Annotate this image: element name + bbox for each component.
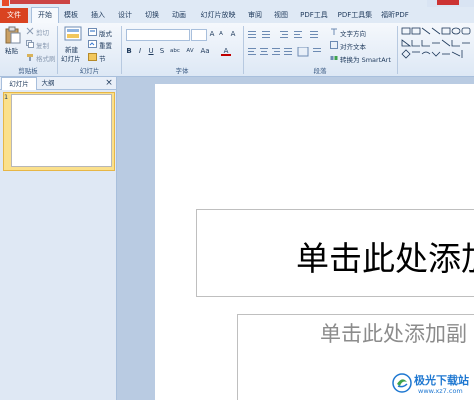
layout-label[interactable]: 版式 (99, 28, 112, 38)
underline-button[interactable]: U (146, 46, 156, 56)
cut-icon[interactable] (26, 27, 34, 35)
tab-transitions[interactable]: 切换 (141, 8, 163, 23)
font-group-label: 字体 (175, 67, 189, 75)
text-direction-label[interactable]: 文字方向 (340, 28, 366, 38)
tab-review[interactable]: 审阅 (244, 8, 266, 23)
font-name-combo[interactable] (126, 29, 190, 41)
tab-file[interactable]: 文件 (0, 8, 28, 23)
change-case-button[interactable]: Aa (199, 46, 211, 56)
copy-icon[interactable] (26, 40, 34, 48)
watermark-logo (392, 373, 412, 393)
app-icon (2, 0, 9, 6)
close-panel-icon[interactable]: × (104, 77, 114, 89)
quick-access-toolbar[interactable] (10, 0, 70, 4)
section-label[interactable]: 节 (99, 53, 106, 63)
reset-icon[interactable] (88, 40, 97, 48)
align-buttons-icon[interactable] (247, 47, 327, 57)
align-text-icon[interactable] (330, 41, 338, 49)
font-size-combo[interactable] (191, 29, 207, 41)
tab-outline[interactable]: 大纲 (37, 77, 59, 89)
strike-button[interactable]: S (157, 46, 167, 56)
shadow-button[interactable]: abc (168, 46, 182, 56)
tab-animations[interactable]: 动画 (168, 8, 190, 23)
login-badge[interactable] (437, 0, 459, 5)
bold-button[interactable]: B (124, 46, 134, 56)
subtitle-placeholder-text[interactable]: 单击此处添加副 (320, 318, 467, 348)
copy-label[interactable]: 复制 (36, 40, 49, 50)
new-slide-label-2[interactable]: 幻灯片 (61, 53, 81, 63)
tab-slides[interactable]: 幻灯片 (1, 77, 37, 90)
reset-label[interactable]: 重置 (99, 40, 112, 50)
paragraph-group-label: 段落 (313, 67, 327, 75)
tab-view[interactable]: 视图 (270, 8, 292, 23)
shapes-gallery[interactable] (400, 26, 474, 66)
tab-insert[interactable]: 插入 (87, 8, 109, 23)
slides-group-label: 幻灯片 (79, 67, 100, 75)
tab-slideshow[interactable]: 幻灯片放映 (196, 8, 240, 23)
new-slide-icon[interactable] (64, 26, 82, 42)
tab-design[interactable]: 设计 (114, 8, 136, 23)
section-icon[interactable] (88, 53, 97, 61)
list-buttons-icon[interactable] (247, 30, 327, 40)
group-separator (397, 26, 398, 74)
watermark-text: 极光下载站 (414, 374, 469, 387)
format-painter-icon[interactable] (26, 53, 34, 61)
tab-foxit-pdf[interactable]: 福昕PDF (378, 8, 412, 23)
paste-icon[interactable] (5, 26, 21, 44)
font-color-button[interactable]: A (221, 46, 231, 56)
italic-button[interactable]: I (135, 46, 145, 56)
shrink-font-button[interactable]: A (216, 29, 226, 39)
slide-thumbnail[interactable] (11, 94, 112, 167)
watermark-url: www.xz7.com (418, 387, 463, 395)
clipboard-group-label: 剪贴板 (18, 67, 38, 75)
cut-label[interactable]: 剪切 (36, 27, 49, 37)
format-painter-label[interactable]: 格式刷 (36, 53, 56, 63)
smartart-icon[interactable] (330, 54, 338, 62)
paste-label[interactable]: 粘贴 (5, 45, 18, 55)
title-placeholder-text[interactable]: 单击此处添加 (296, 232, 474, 280)
text-direction-icon[interactable] (330, 28, 338, 36)
layout-icon[interactable] (88, 28, 97, 36)
smartart-label[interactable]: 转换为 SmartArt (340, 54, 391, 64)
slide-number: 1 (4, 93, 9, 101)
char-spacing-button[interactable]: AV (184, 46, 196, 56)
tab-template[interactable]: 模板 (60, 8, 82, 23)
title-bar (0, 0, 474, 8)
align-text-label[interactable]: 对齐文本 (340, 41, 366, 51)
clear-format-button[interactable]: A (228, 29, 238, 39)
tab-home[interactable]: 开始 (31, 7, 59, 23)
tab-pdf-tools[interactable]: PDF工具 (297, 8, 331, 23)
tab-pdf-toolset[interactable]: PDF工具集 (336, 8, 374, 23)
